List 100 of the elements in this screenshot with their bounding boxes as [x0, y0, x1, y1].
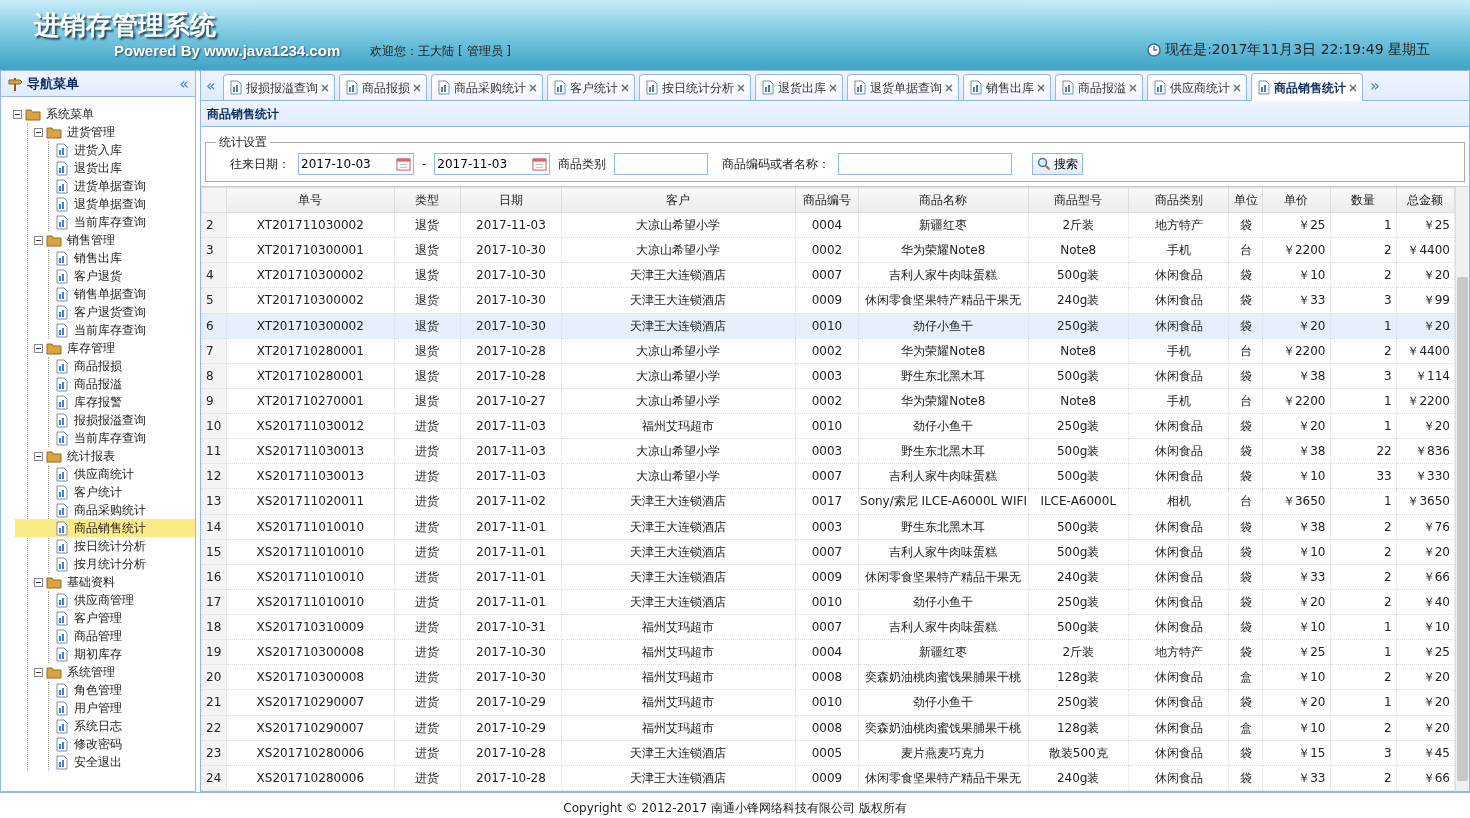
close-icon[interactable] — [413, 83, 421, 92]
table-cell: 0007 — [795, 614, 859, 640]
column-header[interactable]: 日期 — [460, 187, 562, 213]
close-icon[interactable] — [621, 83, 629, 92]
tree-item[interactable]: 安全退出 — [72, 753, 124, 771]
scroll-left-button[interactable]: « — [203, 71, 219, 100]
tab[interactable]: 供应商统计 — [1147, 74, 1247, 100]
tree-item[interactable]: 角色管理 — [72, 681, 124, 699]
tree-item[interactable]: 销售出库 — [72, 249, 124, 267]
search-button[interactable]: 搜索 — [1032, 153, 1084, 175]
field-label: 商品类别 — [558, 156, 607, 173]
column-header[interactable]: 数量 — [1330, 187, 1397, 213]
scroll-right-button[interactable]: » — [1367, 71, 1383, 100]
close-icon[interactable] — [829, 83, 837, 92]
table-cell: 天津王大连锁酒店 — [561, 262, 796, 288]
category-field[interactable] — [614, 153, 709, 175]
tree-item[interactable]: 当前库存查询 — [72, 213, 148, 231]
tree-item[interactable]: 商品管理 — [72, 627, 124, 645]
close-icon[interactable] — [1129, 83, 1137, 92]
tree-item[interactable]: 退货单据查询 — [72, 195, 148, 213]
close-icon[interactable] — [321, 83, 329, 92]
tree-item[interactable]: 客户统计 — [72, 483, 124, 501]
scrollbar[interactable] — [1455, 187, 1469, 791]
close-icon[interactable] — [1233, 83, 1241, 92]
tree-item[interactable]: 系统日志 — [72, 717, 124, 735]
tab[interactable]: 商品采购统计 — [431, 74, 543, 100]
document-icon — [55, 268, 69, 284]
tree-group[interactable]: 进货管理 — [65, 123, 117, 141]
tree-group[interactable]: 销售管理 — [65, 231, 117, 249]
tab[interactable]: 退货出库 — [755, 74, 843, 100]
column-header[interactable]: 单号 — [226, 187, 395, 213]
expand-toggle-icon[interactable] — [34, 577, 43, 587]
tree-item[interactable]: 销售单据查询 — [72, 285, 148, 303]
tab[interactable]: 商品报溢 — [1055, 74, 1143, 100]
expand-toggle-icon[interactable] — [13, 109, 22, 119]
expand-toggle-icon[interactable] — [34, 235, 43, 245]
column-header[interactable]: 单位 — [1228, 187, 1263, 213]
expand-toggle-icon[interactable] — [34, 667, 43, 677]
tree-item[interactable]: 商品销售统计 — [72, 519, 148, 537]
table-cell: 退货 — [394, 338, 461, 364]
table-cell: 1 — [1330, 488, 1397, 514]
expand-toggle-icon[interactable] — [34, 451, 43, 461]
tree-item[interactable]: 商品报溢 — [72, 375, 124, 393]
close-icon[interactable] — [945, 83, 953, 92]
column-header[interactable]: 总金额 — [1396, 187, 1455, 213]
table-cell: 华为荣耀Note8 — [858, 338, 1029, 364]
column-header[interactable]: 客户 — [561, 187, 796, 213]
signpost-icon — [7, 75, 23, 92]
table-cell: 吉利人家牛肉味蛋糕 — [858, 463, 1029, 489]
column-header[interactable]: 商品型号 — [1028, 187, 1129, 213]
column-header[interactable]: 类型 — [394, 187, 461, 213]
tree-item[interactable]: 商品采购统计 — [72, 501, 148, 519]
tab[interactable]: 按日统计分析 — [639, 74, 751, 100]
close-icon[interactable] — [1349, 83, 1357, 92]
tree-item[interactable]: 修改密码 — [72, 735, 124, 753]
tree-group[interactable]: 统计报表 — [65, 447, 117, 465]
tree-item[interactable]: 库存报警 — [72, 393, 124, 411]
tree-item[interactable]: 客户管理 — [72, 609, 124, 627]
tree-item[interactable]: 商品报损 — [72, 357, 124, 375]
tab[interactable]: 客户统计 — [547, 74, 635, 100]
tree-item[interactable]: 当前库存查询 — [72, 321, 148, 339]
keyword-field[interactable] — [838, 153, 1013, 175]
document-icon — [55, 466, 69, 482]
column-header[interactable]: 商品名称 — [858, 187, 1029, 213]
tree-item[interactable]: 进货入库 — [72, 141, 124, 159]
collapse-button[interactable]: « — [179, 71, 189, 96]
tab[interactable]: 退货单据查询 — [847, 74, 959, 100]
tree-item[interactable]: 供应商统计 — [72, 465, 136, 483]
tree-item[interactable]: 报损报溢查询 — [72, 411, 148, 429]
tree-item[interactable]: 用户管理 — [72, 699, 124, 717]
tab[interactable]: 报损报溢查询 — [223, 74, 335, 100]
tree-item[interactable]: 当前库存查询 — [72, 429, 148, 447]
table-cell: 进货 — [394, 438, 461, 464]
tab[interactable]: 商品报损 — [339, 74, 427, 100]
tree-group[interactable]: 基础资料 — [65, 573, 117, 591]
close-icon[interactable] — [737, 83, 745, 92]
table-cell: ￥20 — [1262, 589, 1330, 615]
column-header[interactable]: 商品类别 — [1128, 187, 1229, 213]
expand-toggle-icon[interactable] — [34, 343, 43, 353]
expand-toggle-icon[interactable] — [34, 127, 43, 137]
tree-item[interactable]: 客户退货查询 — [72, 303, 148, 321]
table-cell: 0003 — [795, 363, 859, 389]
tree-item[interactable]: 供应商管理 — [72, 591, 136, 609]
tree-item[interactable]: 客户退货 — [72, 267, 124, 285]
close-icon[interactable] — [529, 83, 537, 92]
table-cell: 500g装 — [1028, 614, 1129, 640]
tree-item[interactable]: 按日统计分析 — [72, 537, 148, 555]
tree-item[interactable]: 按月统计分析 — [72, 555, 148, 573]
folder-icon — [46, 665, 62, 679]
column-header[interactable]: 单价 — [1262, 187, 1330, 213]
column-header[interactable]: 商品编号 — [795, 187, 859, 213]
tree-item[interactable]: 退货出库 — [72, 159, 124, 177]
tab[interactable]: 商品销售统计 — [1251, 73, 1363, 101]
tree-group[interactable]: 库存管理 — [65, 339, 117, 357]
close-icon[interactable] — [1037, 83, 1045, 92]
tree-item[interactable]: 期初库存 — [72, 645, 124, 663]
tab[interactable]: 销售出库 — [963, 74, 1051, 100]
tree-group[interactable]: 系统菜单 — [44, 105, 96, 123]
tree-group[interactable]: 系统管理 — [65, 663, 117, 681]
tree-item[interactable]: 进货单据查询 — [72, 177, 148, 195]
